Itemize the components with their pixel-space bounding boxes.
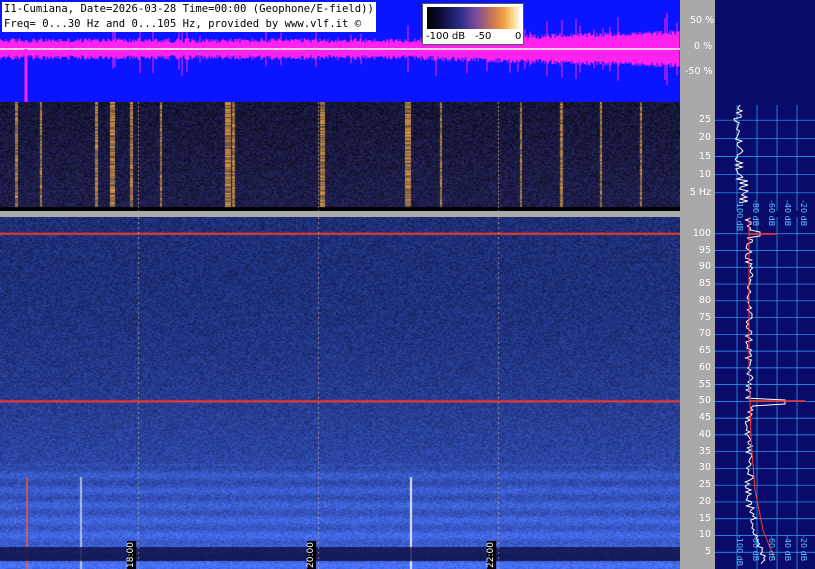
spectrogram-0-30hz-canvas	[0, 102, 680, 214]
spectrum-trace-small	[733, 104, 750, 204]
big-freq-label: 25	[698, 479, 711, 491]
big-freq-label: 80	[698, 294, 711, 306]
big-freq-label: 5	[704, 546, 711, 558]
spectrum-db-label-small: -20 dB	[799, 200, 808, 226]
spectrum-db-label-small: -40 dB	[783, 200, 792, 226]
small-freq-label: 25	[698, 114, 711, 126]
small-freq-label: 5 Hz	[689, 186, 711, 198]
big-freq-label: 55	[698, 378, 711, 390]
spectrum-db-label-big: -80 dB	[751, 535, 760, 561]
color-scale-min: -100 dB	[426, 31, 466, 42]
amp-label-50: 50 %	[690, 15, 715, 26]
big-freq-label: 35	[698, 445, 711, 457]
big-freq-label: 75	[698, 311, 711, 323]
big-freq-label: 45	[698, 412, 711, 424]
average-spectrum-plot: -100 dB -80 dB -60 dB -40 dB -20 dB -100 dB -8…	[715, 104, 815, 569]
amp-label-minus50: -50 %	[685, 66, 713, 77]
color-scale-mid: -50	[475, 31, 492, 42]
spectrum-trace-big	[744, 217, 786, 565]
average-spectrum-panel: -100 dB -80 dB -60 dB -40 dB -20 dB -100 dB -8…	[715, 0, 815, 569]
color-scale-max: 0	[515, 31, 522, 42]
big-freq-label: 85	[698, 278, 711, 290]
spectrogram-0-105hz-canvas	[0, 217, 680, 569]
big-freq-label: 40	[698, 428, 711, 440]
big-freq-label: 90	[698, 261, 711, 273]
big-freq-label: 30	[698, 462, 711, 474]
spectrum-db-label-big: -60 dB	[767, 535, 776, 561]
time-label-18: 18:00	[126, 541, 136, 569]
big-freq-label: 60	[698, 361, 711, 373]
title-line-2: Freq= 0...30 Hz and 0...105 Hz, provided…	[4, 18, 362, 30]
big-freq-label: 100	[692, 227, 711, 239]
spectrum-db-label-small: -100 dB	[735, 200, 744, 231]
time-label-22: 22:00	[486, 541, 496, 569]
small-freq-label: 15	[698, 150, 711, 162]
big-freq-label: 50	[698, 395, 711, 407]
big-freq-label: 10	[698, 529, 711, 541]
spectrum-db-label-small: -60 dB	[767, 200, 776, 226]
spectrum-db-label-big: -40 dB	[783, 535, 792, 561]
spectrum-db-label-big: -100 dB	[735, 535, 744, 566]
color-scale-gradient	[427, 7, 521, 29]
small-freq-label: 20	[698, 132, 711, 144]
spectrum-db-label-small: -80 dB	[751, 200, 760, 226]
spectrogram-0-105hz: 18:00 20:00 22:00	[0, 217, 680, 569]
frequency-scale-strip: 50 % 0 % -50 % 25 20 15 10 5 Hz 100 95 90 85 80 7…	[680, 0, 715, 569]
big-freq-label: 15	[698, 512, 711, 524]
time-label-20: 20:00	[306, 541, 316, 569]
big-freq-label: 20	[698, 495, 711, 507]
waveform-panel: I1-Cumiana, Date=2026-03-28 Time=00:00 (…	[0, 0, 680, 102]
amp-label-0: 0 %	[694, 41, 713, 52]
big-freq-label: 65	[698, 345, 711, 357]
small-freq-label: 10	[698, 168, 711, 180]
title-line-1: I1-Cumiana, Date=2026-03-28 Time=00:00 (…	[4, 3, 374, 15]
big-freq-label: 95	[698, 244, 711, 256]
big-freq-label: 70	[698, 328, 711, 340]
color-scale-legend: -100 dB -50 0	[422, 3, 524, 45]
spectrum-db-label-big: -20 dB	[799, 535, 808, 561]
title-box: I1-Cumiana, Date=2026-03-28 Time=00:00 (…	[2, 2, 376, 32]
spectrogram-0-30hz	[0, 102, 680, 214]
